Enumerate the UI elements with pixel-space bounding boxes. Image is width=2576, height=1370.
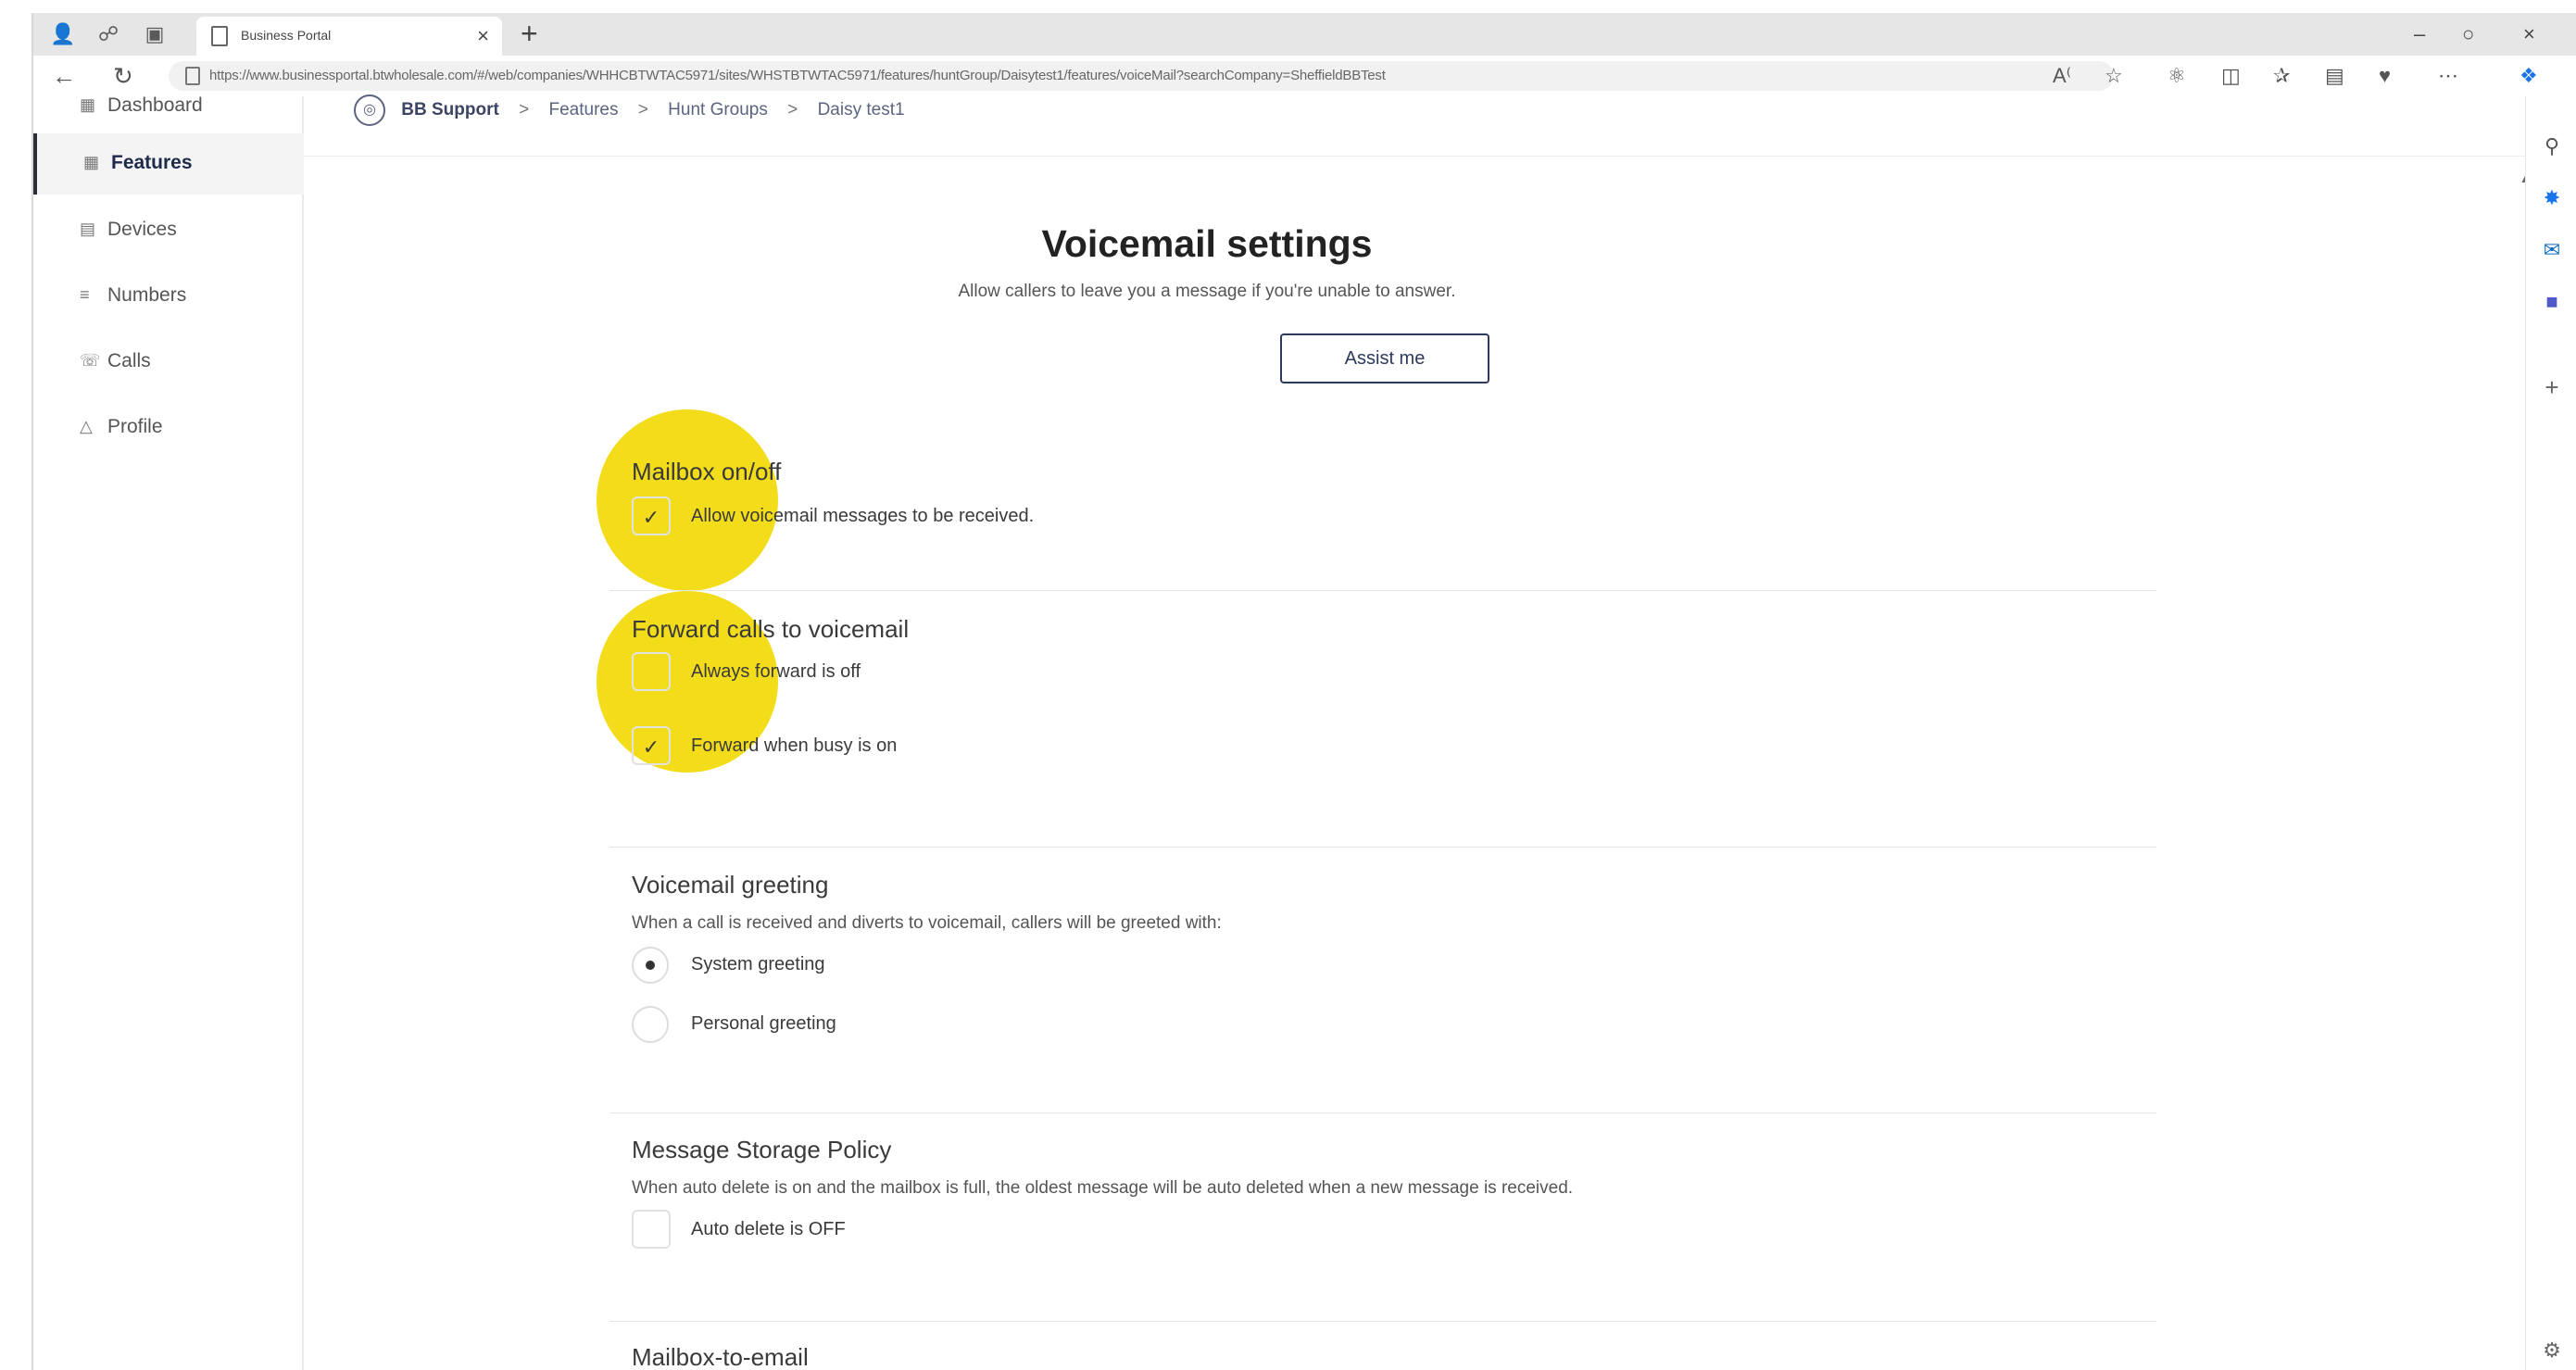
new-tab-icon[interactable]: + bbox=[521, 19, 538, 48]
tools-icon[interactable]: ✸ bbox=[2539, 185, 2565, 211]
calls-icon: ☏ bbox=[80, 351, 101, 370]
grid-icon: ▦ bbox=[83, 153, 100, 171]
sidebar-item-label: Profile bbox=[107, 416, 163, 437]
browser-essentials-icon[interactable]: ♥ bbox=[2379, 65, 2391, 87]
sidebar-item-label: Calls bbox=[107, 350, 151, 371]
breadcrumb-separator: > bbox=[787, 100, 798, 119]
check-icon: ✓ bbox=[642, 506, 660, 529]
grid-icon: ▦ bbox=[80, 95, 96, 114]
storage-description: When auto delete is on and the mailbox i… bbox=[632, 1178, 1574, 1198]
sidebar-item-label: Devices bbox=[107, 219, 177, 240]
personal-greeting-radio[interactable] bbox=[632, 1006, 669, 1043]
breadcrumb-item[interactable]: Hunt Groups bbox=[668, 100, 768, 120]
personal-greeting-label: Personal greeting bbox=[691, 1013, 836, 1034]
section-divider bbox=[609, 590, 2156, 591]
add-icon[interactable]: + bbox=[2539, 374, 2565, 400]
allow-voicemail-label: Allow voicemail messages to be received. bbox=[691, 506, 1035, 526]
breadcrumb-item[interactable]: Daisy test1 bbox=[818, 100, 905, 120]
close-tab-icon[interactable]: × bbox=[477, 24, 489, 48]
favorite-star-icon[interactable]: ☆ bbox=[2105, 65, 2123, 87]
browser-tab[interactable]: Business Portal × bbox=[196, 17, 502, 56]
breadcrumb: ◎ BB Support > Features > Hunt Groups > … bbox=[354, 94, 905, 133]
page-subtitle: Allow callers to leave you a message if … bbox=[958, 282, 1456, 301]
search-icon[interactable]: ⚲ bbox=[2539, 133, 2565, 159]
url-field[interactable]: https://www.businessportal.btwholesale.c… bbox=[169, 61, 2114, 91]
breadcrumb-item[interactable]: BB Support bbox=[401, 100, 499, 120]
sidebar-item-label: Features bbox=[111, 152, 193, 173]
read-aloud-icon[interactable]: A⁽ bbox=[2053, 65, 2071, 87]
forward-title: Forward calls to voicemail bbox=[632, 615, 910, 643]
edge-sidebar: ⚲ ✸ ✉ ■ + ⚙ bbox=[2525, 96, 2576, 1370]
workspaces-icon[interactable]: ☍ bbox=[96, 22, 120, 46]
radio-selected-dot bbox=[646, 961, 655, 970]
address-bar: ← ↻ https://www.businessportal.btwholesa… bbox=[33, 56, 2576, 96]
numbers-icon: ≡ bbox=[80, 285, 90, 304]
forward-busy-checkbox[interactable]: ✓ bbox=[632, 726, 671, 765]
breadcrumb-item[interactable]: Features bbox=[549, 100, 619, 120]
sidebar-item-dashboard[interactable]: ▦ Dashboard bbox=[33, 76, 302, 137]
extensions-icon[interactable]: ⚛ bbox=[2168, 65, 2186, 87]
sidebar-item-label: Dashboard bbox=[107, 94, 203, 116]
profile-icon[interactable]: 👤 bbox=[50, 22, 75, 46]
support-icon: ◎ bbox=[354, 94, 385, 126]
minimize-icon[interactable]: – bbox=[2414, 22, 2425, 46]
forward-busy-label: Forward when busy is on bbox=[691, 735, 898, 756]
profile-icon: △ bbox=[80, 417, 93, 435]
collections-icon[interactable]: ▤ bbox=[2325, 65, 2344, 87]
sidebar-item-devices[interactable]: ▤ Devices bbox=[33, 200, 302, 261]
highlight-marker bbox=[597, 409, 778, 591]
breadcrumb-separator: > bbox=[519, 100, 530, 119]
main-content: ◎ BB Support > Features > Hunt Groups > … bbox=[304, 94, 2531, 1370]
section-divider bbox=[609, 847, 2156, 848]
outlook-icon[interactable]: ✉ bbox=[2539, 237, 2565, 263]
email-title: Mailbox-to-email bbox=[632, 1343, 809, 1370]
auto-delete-checkbox[interactable] bbox=[632, 1210, 671, 1249]
settings-icon[interactable]: ⚙ bbox=[2539, 1338, 2565, 1364]
tab-title: Business Portal bbox=[241, 28, 332, 43]
restore-icon[interactable]: ○ bbox=[2462, 22, 2474, 46]
assist-me-button[interactable]: Assist me bbox=[1280, 333, 1489, 383]
auto-delete-label: Auto delete is OFF bbox=[691, 1219, 846, 1239]
tab-actions-icon[interactable]: ▣ bbox=[143, 22, 167, 46]
tab-bar: 👤 ☍ ▣ Business Portal × + – ○ × bbox=[33, 13, 2576, 56]
section-divider bbox=[609, 1321, 2156, 1322]
always-forward-checkbox[interactable] bbox=[632, 652, 671, 691]
allow-voicemail-checkbox[interactable]: ✓ bbox=[632, 496, 671, 535]
system-greeting-radio[interactable] bbox=[632, 947, 669, 984]
breadcrumb-separator: > bbox=[637, 100, 648, 119]
app-sidebar: ▦ Dashboard ▦ Features ▤ Devices ≡ Numbe… bbox=[33, 94, 306, 1370]
greeting-title: Voicemail greeting bbox=[632, 871, 829, 899]
storage-title: Message Storage Policy bbox=[632, 1136, 892, 1163]
sidebar-item-features[interactable]: ▦ Features bbox=[33, 133, 306, 195]
sidebar-item-profile[interactable]: △ Profile bbox=[33, 397, 302, 459]
copilot-icon[interactable]: ❖ bbox=[2519, 65, 2538, 87]
teams-icon[interactable]: ■ bbox=[2539, 289, 2565, 315]
header-divider bbox=[304, 156, 2526, 157]
always-forward-label: Always forward is off bbox=[691, 661, 861, 682]
sidebar-item-label: Numbers bbox=[107, 284, 187, 306]
greeting-description: When a call is received and diverts to v… bbox=[632, 913, 1222, 933]
browser-window: 👤 ☍ ▣ Business Portal × + – ○ × ← ↻ http… bbox=[31, 13, 2576, 1370]
check-icon: ✓ bbox=[642, 735, 660, 759]
section-divider bbox=[609, 1112, 2156, 1113]
devices-icon: ▤ bbox=[80, 220, 96, 238]
split-screen-icon[interactable]: ◫ bbox=[2221, 65, 2241, 87]
favorites-icon[interactable]: ✰ bbox=[2273, 65, 2290, 87]
document-icon bbox=[211, 26, 228, 46]
more-options-icon[interactable]: ⋯ bbox=[2438, 65, 2458, 87]
mailbox-title: Mailbox on/off bbox=[632, 458, 782, 485]
system-greeting-label: System greeting bbox=[691, 954, 825, 974]
page-title: Voicemail settings bbox=[1041, 222, 1373, 265]
sidebar-item-calls[interactable]: ☏ Calls bbox=[33, 332, 302, 393]
close-window-icon[interactable]: × bbox=[2523, 22, 2535, 46]
sidebar-item-numbers[interactable]: ≡ Numbers bbox=[33, 266, 302, 327]
url-text: https://www.businessportal.btwholesale.c… bbox=[209, 68, 1386, 83]
